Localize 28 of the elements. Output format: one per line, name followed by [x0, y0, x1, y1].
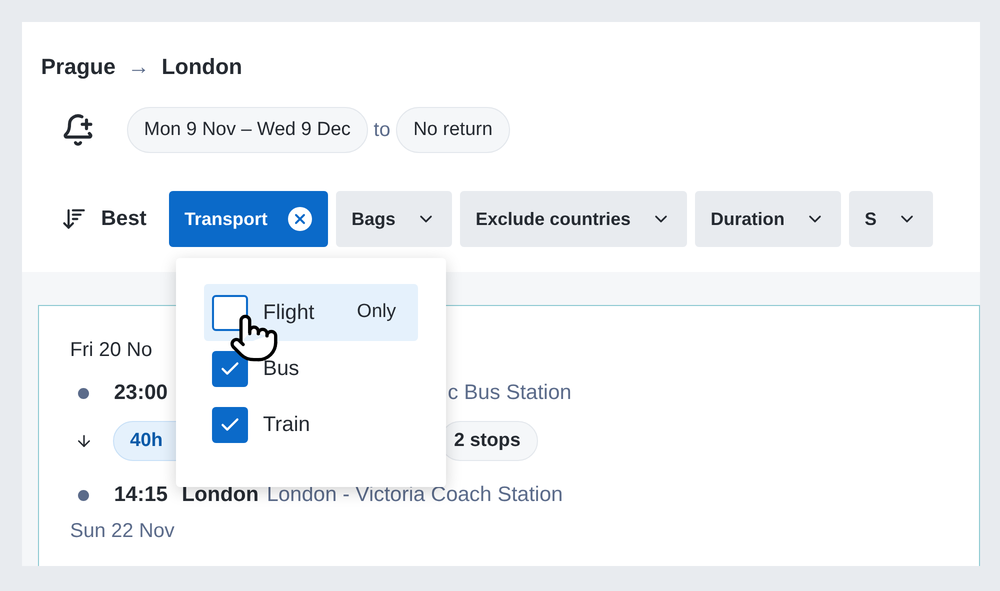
- filter-button[interactable]: S: [848, 191, 933, 247]
- filter-button[interactable]: Bags: [336, 191, 452, 247]
- checkbox[interactable]: [212, 294, 248, 330]
- checkbox[interactable]: [212, 351, 248, 387]
- filter-button[interactable]: Duration: [694, 191, 841, 247]
- route-arrow: →: [128, 53, 150, 81]
- departure-station: c Bus Station: [448, 380, 572, 406]
- option-label: Bus: [263, 356, 300, 382]
- route-origin: Prague: [41, 53, 116, 81]
- departure-time: 23:00: [114, 380, 168, 406]
- arrival-station: London - Victoria Coach Station: [266, 482, 563, 508]
- transport-option[interactable]: Flight Only: [204, 284, 418, 341]
- date-range-chip[interactable]: Mon 9 Nov – Wed 9 Dec: [127, 107, 368, 153]
- filter-button[interactable]: Transport: [168, 191, 328, 247]
- filter-button[interactable]: Exclude countries: [460, 191, 687, 247]
- arrival-date: Sun 22 Nov: [70, 519, 175, 543]
- transport-option[interactable]: Bus: [204, 341, 418, 397]
- departure-date: Fri 20 No: [70, 338, 152, 362]
- arrival-time: 14:15: [114, 482, 168, 508]
- sort-button[interactable]: Best: [101, 203, 147, 235]
- arrow-down-icon: [75, 432, 93, 450]
- arrival-city: London: [182, 482, 259, 508]
- checkbox[interactable]: [212, 407, 248, 443]
- bell-plus-icon[interactable]: [61, 113, 95, 147]
- clear-icon[interactable]: [288, 207, 312, 231]
- route-destination: London: [162, 53, 242, 81]
- to-label: to: [374, 118, 390, 143]
- return-chip[interactable]: No return: [396, 107, 510, 153]
